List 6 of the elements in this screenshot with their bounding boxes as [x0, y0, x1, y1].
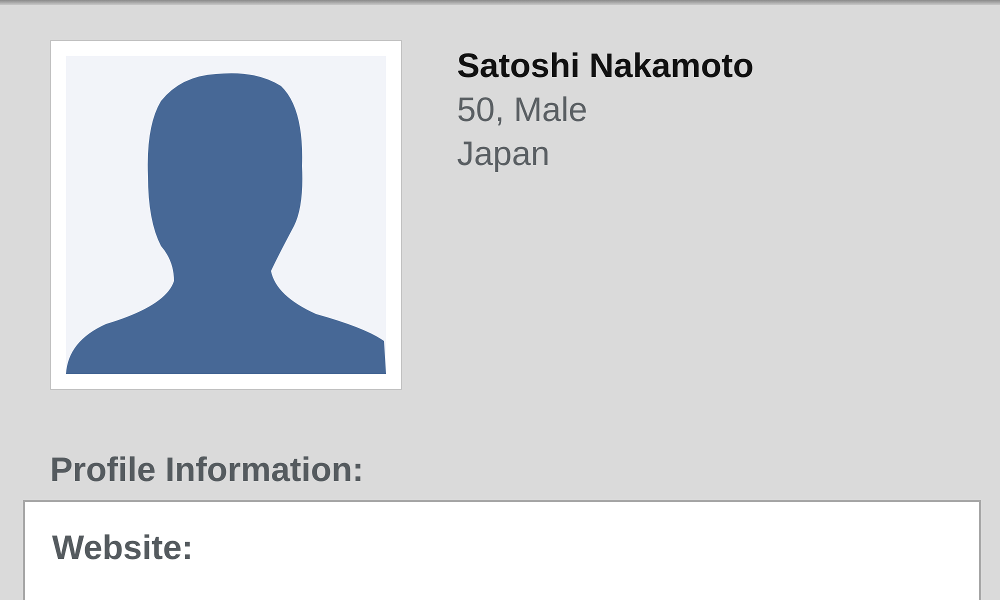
section-heading: Profile Information:: [50, 450, 365, 491]
profile-name: Satoshi Nakamoto: [457, 46, 754, 87]
field-label: Website:: [52, 528, 194, 569]
avatar-silhouette-icon: [66, 56, 386, 374]
location: Japan: [457, 134, 551, 175]
age-gender: 50, Male: [457, 90, 588, 131]
